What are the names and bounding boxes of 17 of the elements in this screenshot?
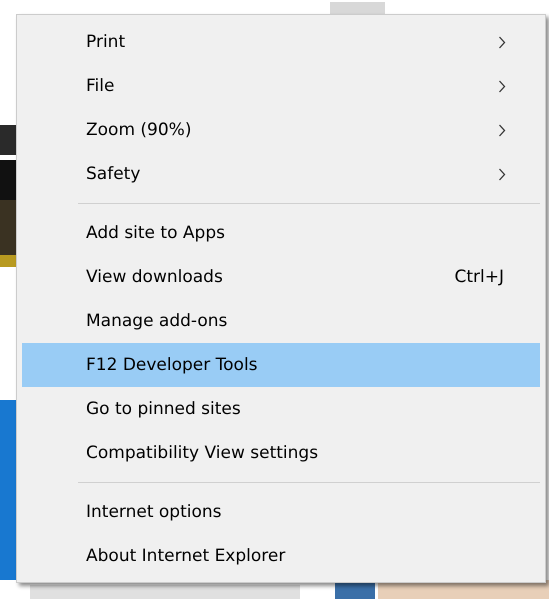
chevron-right-icon: [498, 36, 506, 48]
menu-item[interactable]: Add site to Apps: [22, 211, 540, 255]
menu-item[interactable]: Print: [22, 20, 540, 64]
menu-item[interactable]: About Internet Explorer: [22, 534, 540, 578]
menu-item[interactable]: Manage add-ons: [22, 299, 540, 343]
menu-item[interactable]: View downloads Ctrl+J: [22, 255, 540, 299]
menu-item[interactable]: F12 Developer Tools: [22, 343, 540, 387]
menu-item[interactable]: Compatibility View settings: [22, 431, 540, 475]
shortcut-label: Ctrl+J: [454, 267, 504, 287]
chevron-right-icon: [498, 168, 506, 180]
chevron-right-icon: [498, 124, 506, 136]
menu-item[interactable]: Zoom (90%): [22, 108, 540, 152]
chevron-right-icon: [498, 80, 506, 92]
menu-item[interactable]: File: [22, 64, 540, 108]
menu-item[interactable]: Go to pinned sites: [22, 387, 540, 431]
menu-item[interactable]: Internet options: [22, 490, 540, 534]
menu-item[interactable]: Safety: [22, 152, 540, 196]
